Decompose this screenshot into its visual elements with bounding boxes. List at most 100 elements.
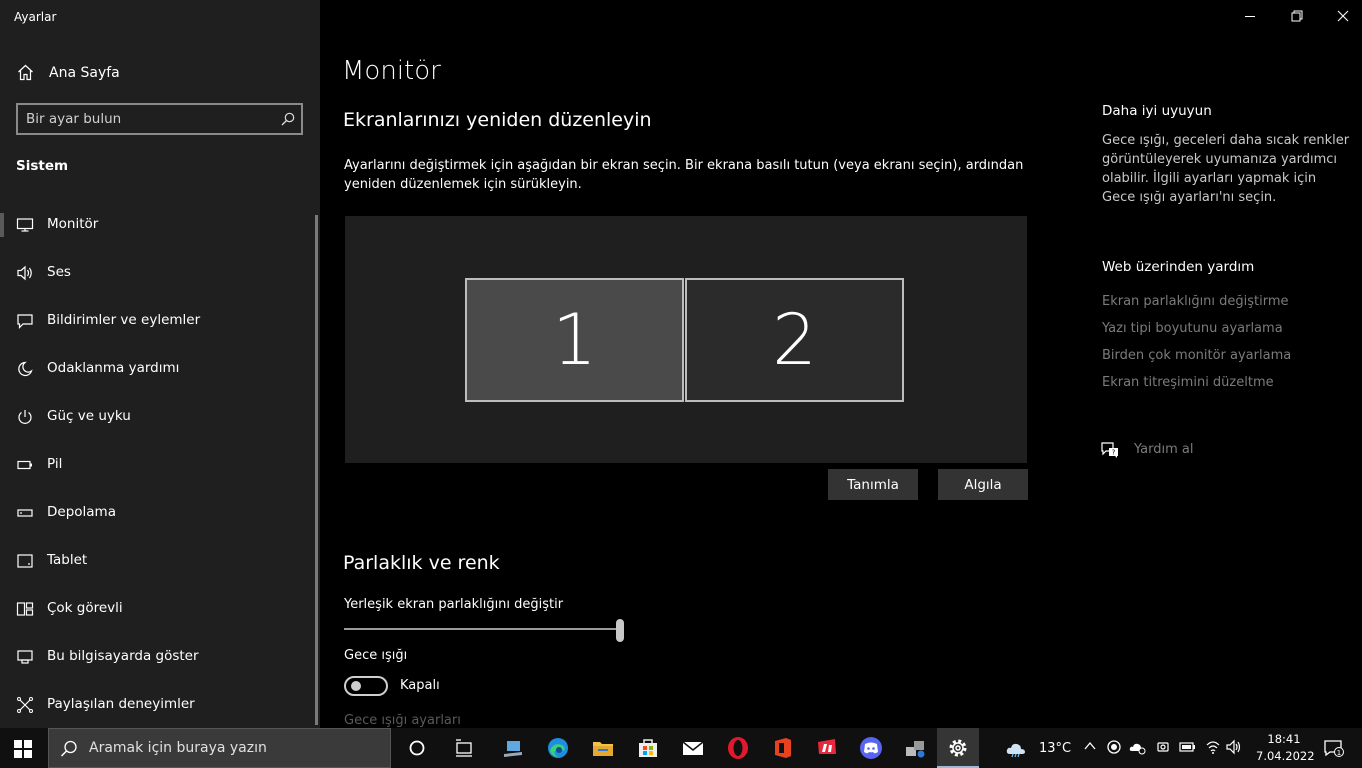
restore-icon[interactable] [1289, 8, 1305, 24]
brightness-slider-track[interactable] [344, 628, 620, 630]
arrange-description: Ayarlarını değiştirmek için aşağıdan bir… [344, 158, 1024, 192]
sidebar-item-label: Çok görevli [47, 600, 123, 616]
close-icon[interactable] [1335, 8, 1351, 24]
sidebar-item-power[interactable]: Güç ve uyku [0, 397, 316, 437]
weather-temperature[interactable]: 13°C [1039, 741, 1071, 756]
taskbar-search-placeholder: Aramak için buraya yazın [89, 740, 267, 756]
sidebar-item-focus-assist[interactable]: Odaklanma yardımı [0, 349, 316, 389]
sidebar-item-project[interactable]: Bu bilgisayarda göster [0, 637, 316, 677]
chevron-up-icon[interactable] [1082, 738, 1098, 754]
edge-browser-icon[interactable] [546, 736, 570, 760]
discord-icon[interactable] [859, 736, 883, 760]
app-title: Ayarlar [14, 10, 57, 24]
sidebar-item-tablet[interactable]: Tablet [0, 541, 316, 581]
help-link[interactable]: Ekran titreşimini düzeltme [1102, 375, 1274, 390]
sidebar-item-storage[interactable]: Depolama [0, 493, 316, 533]
sidebar-item-notifications[interactable]: Bildirimler ve eylemler [0, 301, 316, 341]
clock-time: 18:41 [1267, 732, 1301, 746]
minimize-icon[interactable] [1242, 8, 1258, 24]
sidebar-item-monitor[interactable]: Monitör [0, 205, 316, 245]
sidebar-item-shared-experiences[interactable]: Paylaşılan deneyimler [0, 685, 316, 725]
night-light-settings-link[interactable]: Gece ışığı ayarları [344, 713, 461, 728]
sleep-heading: Daha iyi uyuyun [1102, 103, 1212, 119]
speaker-icon [17, 265, 32, 281]
sidebar-item-label: Paylaşılan deneyimler [47, 696, 195, 712]
onedrive-icon[interactable] [1129, 739, 1147, 755]
monitor-icon [16, 218, 34, 232]
moon-icon [18, 361, 33, 377]
home-icon [18, 64, 33, 81]
brightness-slider-thumb[interactable] [616, 619, 624, 642]
power-icon [18, 410, 32, 424]
notification-count: 1 [1337, 749, 1341, 757]
battery-icon[interactable] [1179, 739, 1197, 755]
sidebar-item-label: Tablet [47, 552, 88, 568]
sidebar-item-label: Depolama [47, 504, 116, 520]
office-icon[interactable] [771, 736, 795, 760]
settings-search-box[interactable] [16, 103, 303, 135]
project-icon [17, 650, 33, 664]
multitask-icon [16, 602, 34, 616]
storage-icon [17, 509, 33, 517]
mail-icon[interactable] [681, 736, 705, 760]
sidebar-item-label: Bu bilgisayarda göster [47, 648, 199, 664]
page-title: Monitör [342, 56, 441, 86]
laptop-app-icon[interactable] [501, 736, 525, 760]
sidebar-item-multitasking[interactable]: Çok görevli [0, 589, 316, 629]
help-link[interactable]: Yazı tipi boyutunu ayarlama [1102, 321, 1283, 336]
sidebar-item-label: Monitör [47, 216, 99, 232]
battery-icon [17, 460, 32, 470]
display-arrangement-panel: 1 2 [345, 216, 1027, 463]
sidebar-item-label: Bildirimler ve eylemler [47, 312, 201, 328]
store-icon[interactable] [636, 736, 660, 760]
taskbar-active-settings[interactable] [937, 728, 979, 768]
monitor-1[interactable]: 1 [465, 278, 684, 402]
sidebar-item-sound[interactable]: Ses [0, 253, 316, 293]
clock-date: 7.04.2022 [1256, 749, 1315, 763]
sidebar-item-label: Pil [47, 456, 63, 472]
gear-icon [949, 739, 967, 757]
notification-icon [17, 314, 33, 329]
home-button[interactable]: Ana Sayfa [0, 56, 320, 90]
cortana-icon[interactable] [405, 736, 429, 760]
riot-client-icon[interactable] [815, 736, 839, 760]
sidebar-item-battery[interactable]: Pil [0, 445, 316, 485]
wifi-icon[interactable] [1205, 739, 1221, 755]
night-light-state: Kapalı [400, 678, 440, 693]
tablet-icon [17, 554, 33, 568]
sleep-text: Gece ışığı, geceleri daha sıcak renkler … [1102, 133, 1350, 205]
search-icon[interactable] [281, 112, 295, 126]
help-link[interactable]: Ekran parlaklığını değiştirme [1102, 294, 1289, 309]
brightness-heading: Parlaklık ve renk [343, 552, 500, 574]
record-icon[interactable] [1106, 739, 1122, 755]
windows-start-icon[interactable] [14, 740, 32, 758]
sidebar: Ayarlar Ana Sayfa Sistem Monitör Ses Bil… [0, 0, 320, 728]
night-light-label: Gece ışığı [344, 648, 408, 663]
identify-button[interactable]: Tanımla [828, 469, 918, 500]
detect-button[interactable]: Algıla [938, 469, 1028, 500]
svg-text:?: ? [1112, 449, 1116, 457]
action-center-icon[interactable]: 1 [1324, 739, 1344, 757]
night-light-toggle[interactable] [344, 676, 388, 696]
file-explorer-icon[interactable] [591, 736, 615, 760]
settings-search-input[interactable] [26, 110, 266, 128]
monitor-2[interactable]: 2 [685, 278, 904, 402]
opera-browser-icon[interactable] [726, 736, 750, 760]
volume-icon[interactable] [1226, 739, 1242, 755]
weather-cloud-icon[interactable] [1005, 736, 1029, 760]
arrange-heading: Ekranlarınızı yeniden düzenleyin [343, 109, 652, 131]
brightness-label: Yerleşik ekran parlaklığını değiştir [344, 597, 564, 612]
search-icon [60, 740, 77, 757]
taskbar-clock[interactable]: 18:41 7.04.2022 [1256, 731, 1315, 765]
section-label: Sistem [16, 158, 69, 174]
sidebar-scrollbar[interactable] [315, 215, 318, 725]
taskbar-search-box[interactable]: Aramak için buraya yazın [48, 728, 391, 768]
shared-icon [17, 697, 33, 713]
home-label: Ana Sayfa [49, 65, 120, 81]
task-view-icon[interactable] [452, 736, 476, 760]
network-app-icon[interactable] [903, 736, 927, 760]
sidebar-item-label: Ses [47, 264, 71, 280]
sidebar-item-label: Güç ve uyku [47, 408, 131, 424]
help-link[interactable]: Birden çok monitör ayarlama [1102, 348, 1291, 363]
webcam-icon[interactable] [1155, 739, 1171, 755]
